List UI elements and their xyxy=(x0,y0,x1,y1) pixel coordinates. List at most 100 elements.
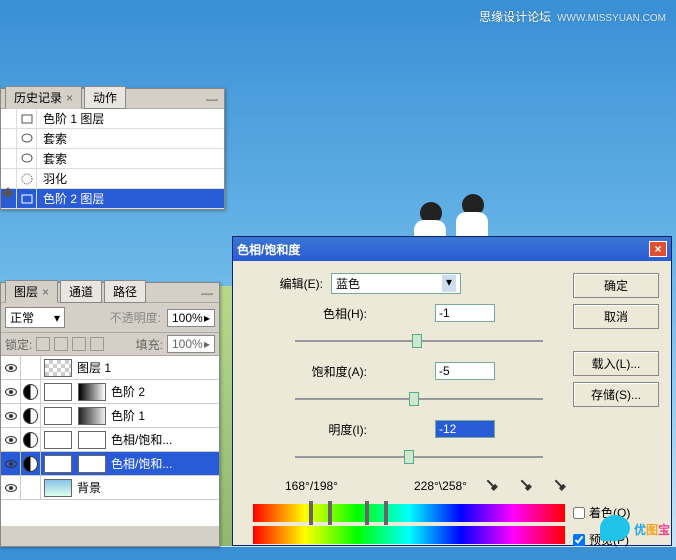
eye-icon xyxy=(5,388,17,396)
history-item[interactable]: 套索 xyxy=(1,129,224,149)
sat-input[interactable] xyxy=(435,362,495,380)
link-cell[interactable] xyxy=(21,404,41,427)
edit-select[interactable]: 蓝色▾ xyxy=(331,273,461,294)
tab-actions[interactable]: 动作 xyxy=(84,86,126,109)
hue-input[interactable] xyxy=(435,304,495,322)
tab-history[interactable]: 历史记录× xyxy=(5,86,82,109)
adjustment-icon xyxy=(23,432,38,448)
lock-paint-icon[interactable] xyxy=(54,337,68,351)
minimize-icon[interactable]: — xyxy=(199,286,215,300)
mask-thumb[interactable] xyxy=(44,407,72,425)
history-item[interactable]: 套索 xyxy=(1,149,224,169)
layer-row[interactable]: 色相/饱和... xyxy=(1,428,219,452)
visibility-toggle[interactable] xyxy=(1,356,21,379)
light-slider[interactable] xyxy=(295,448,543,466)
minimize-icon[interactable]: — xyxy=(204,92,220,106)
dialog-title-bar[interactable]: 色相/饱和度 × xyxy=(233,237,671,261)
link-cell[interactable] xyxy=(21,476,41,499)
eye-icon xyxy=(5,436,17,444)
watermark-url: WWW.MISSYUAN.COM xyxy=(557,13,666,24)
link-cell[interactable] xyxy=(21,452,41,475)
eyedropper-sub-icon[interactable] xyxy=(550,475,573,498)
close-icon[interactable]: × xyxy=(42,285,49,299)
cancel-button[interactable]: 取消 xyxy=(573,304,659,329)
history-panel: 历史记录× 动作 — 色阶 1 图层 套索 套索 羽化 色阶 2 图层 xyxy=(0,88,225,210)
sat-label: 饱和度(A): xyxy=(245,363,375,380)
history-item[interactable]: 色阶 1 图层 xyxy=(1,109,224,129)
layers-panel: 图层× 通道 路径 — 正常▾ 不透明度: 100%▸ 锁定: 填充: 100%… xyxy=(0,282,220,547)
tab-paths[interactable]: 路径 xyxy=(104,280,146,303)
chevron-down-icon: ▾ xyxy=(442,275,456,292)
visibility-toggle[interactable] xyxy=(1,380,21,403)
watermark-title: 思缘设计论坛 xyxy=(479,10,551,24)
lock-trans-icon[interactable] xyxy=(36,337,50,351)
lock-all-icon[interactable] xyxy=(90,337,104,351)
lock-label: 锁定: xyxy=(5,336,32,353)
layer-thumb[interactable] xyxy=(78,455,106,473)
adjustment-icon xyxy=(23,384,38,400)
range-2: 228°\258° xyxy=(414,479,467,493)
adjustment-icon xyxy=(23,408,38,424)
link-cell[interactable] xyxy=(21,356,41,379)
hue-sat-dialog: 色相/饱和度 × 编辑(E): 蓝色▾ 色相(H): 饱和度(A): 明度(I)… xyxy=(232,236,672,546)
layer-row[interactable]: 色阶 2 xyxy=(1,380,219,404)
mask-thumb[interactable] xyxy=(44,431,72,449)
layer-row[interactable]: 色相/饱和... xyxy=(1,452,219,476)
tab-channels[interactable]: 通道 xyxy=(60,280,102,303)
lock-move-icon[interactable] xyxy=(72,337,86,351)
spectrum-bar-top[interactable] xyxy=(253,504,565,522)
close-icon[interactable]: × xyxy=(66,91,73,105)
visibility-toggle[interactable] xyxy=(1,428,21,451)
layer-thumb[interactable] xyxy=(78,383,106,401)
layer-name: 色阶 1 xyxy=(109,407,145,424)
opacity-input[interactable]: 100%▸ xyxy=(167,309,215,327)
eye-icon xyxy=(5,460,17,468)
history-item[interactable]: 色阶 2 图层 xyxy=(1,189,224,209)
layer-row[interactable]: 背景 xyxy=(1,476,219,500)
layer-thumb[interactable] xyxy=(78,407,106,425)
light-input[interactable]: -12 xyxy=(435,420,495,438)
layer-thumb[interactable] xyxy=(44,359,72,377)
eye-icon xyxy=(5,364,17,372)
load-button[interactable]: 载入(L)... xyxy=(573,351,659,376)
layer-icon xyxy=(20,112,34,126)
visibility-toggle[interactable] xyxy=(1,452,21,475)
mask-thumb[interactable] xyxy=(44,383,72,401)
hue-label: 色相(H): xyxy=(245,305,375,322)
lasso-icon xyxy=(20,152,34,166)
layer-row[interactable]: 图层 1 xyxy=(1,356,219,380)
close-button[interactable]: × xyxy=(649,241,667,257)
brand-logo: 优图宝 xyxy=(600,515,670,541)
ok-button[interactable]: 确定 xyxy=(573,273,659,298)
sat-slider[interactable] xyxy=(295,390,543,408)
visibility-toggle[interactable] xyxy=(1,404,21,427)
layer-thumb[interactable] xyxy=(44,479,72,497)
range-1: 168°/198° xyxy=(285,479,338,493)
layer-name: 色阶 2 xyxy=(109,383,145,400)
history-item[interactable]: 羽化 xyxy=(1,169,224,189)
layer-name: 色相/饱和... xyxy=(109,455,172,472)
link-cell[interactable] xyxy=(21,428,41,451)
layer-row[interactable]: 色阶 1 xyxy=(1,404,219,428)
layer-name: 色相/饱和... xyxy=(109,431,172,448)
save-button[interactable]: 存储(S)... xyxy=(573,382,659,407)
blend-mode-select[interactable]: 正常▾ xyxy=(5,307,65,328)
brand-icon xyxy=(600,515,630,541)
eyedropper-icon[interactable] xyxy=(482,475,505,498)
chevron-down-icon: ▾ xyxy=(54,311,60,325)
lasso-icon xyxy=(20,132,34,146)
hue-slider[interactable] xyxy=(295,332,543,350)
history-list: 色阶 1 图层 套索 套索 羽化 色阶 2 图层 xyxy=(1,109,224,209)
tab-layers[interactable]: 图层× xyxy=(5,280,58,303)
visibility-toggle[interactable] xyxy=(1,476,21,499)
adjustment-icon xyxy=(23,456,38,472)
edit-label: 编辑(E): xyxy=(245,275,331,292)
bg-couple xyxy=(410,190,530,240)
feather-icon xyxy=(20,172,34,186)
mask-thumb[interactable] xyxy=(44,455,72,473)
eyedropper-add-icon[interactable] xyxy=(516,475,539,498)
fill-input[interactable]: 100%▸ xyxy=(167,335,215,353)
link-cell[interactable] xyxy=(21,380,41,403)
spectrum-bar-bottom[interactable] xyxy=(253,526,565,544)
layer-thumb[interactable] xyxy=(78,431,106,449)
